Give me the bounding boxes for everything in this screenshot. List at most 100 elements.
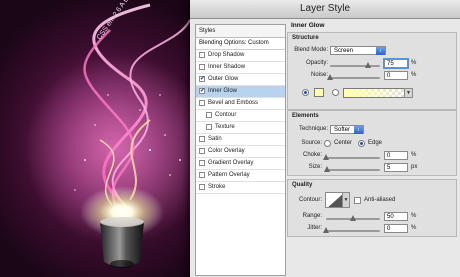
- inner-glow-panel: Inner Glow Structure Blend Mode: Screen …: [287, 22, 457, 274]
- blend-mode-label: Blend Mode:: [294, 47, 328, 53]
- source-edge-radio[interactable]: [358, 140, 365, 147]
- style-item-label: Bevel and Emboss: [208, 100, 259, 106]
- style-item-label: Stroke: [208, 184, 226, 190]
- style-checkbox[interactable]: [206, 124, 212, 130]
- artwork-canvas: CSS em 2 6 A E ASS: [0, 0, 200, 277]
- noise-slider[interactable]: [327, 74, 380, 80]
- style-item-label: Drop Shadow: [208, 52, 245, 58]
- gradient-radio[interactable]: [332, 89, 339, 96]
- style-checkbox[interactable]: [199, 74, 205, 85]
- opacity-slider-knob[interactable]: [364, 62, 371, 68]
- range-slider-knob[interactable]: [350, 215, 356, 221]
- contour-label: Contour:: [298, 197, 322, 203]
- source-center-radio[interactable]: [324, 140, 331, 147]
- structure-group: Structure Blend Mode: Screen ↕ Opacity: …: [287, 32, 457, 110]
- style-item-inner-shadow[interactable]: Inner Shadow: [196, 62, 285, 74]
- title-bar[interactable]: Layer Style: [190, 0, 460, 19]
- choke-field[interactable]: 0: [384, 151, 408, 160]
- glow-color-swatch[interactable]: [314, 88, 324, 97]
- technique-value: Softer: [334, 127, 351, 133]
- choke-slider-knob[interactable]: [323, 154, 329, 160]
- anti-aliased-checkbox[interactable]: [354, 197, 361, 204]
- opacity-unit: %: [411, 60, 417, 66]
- source-edge-label[interactable]: Edge: [368, 140, 382, 146]
- style-checkbox[interactable]: [199, 160, 205, 166]
- panel-title: Inner Glow: [291, 22, 325, 29]
- noise-field[interactable]: 0: [384, 71, 408, 80]
- contour-picker[interactable]: [325, 192, 343, 208]
- style-item-contour[interactable]: Contour: [196, 110, 285, 122]
- opacity-label: Opacity:: [305, 60, 328, 66]
- style-item-outer-glow[interactable]: Outer Glow: [196, 74, 285, 86]
- chevron-down-icon: ↕: [354, 126, 363, 134]
- jitter-label: Jitter:: [307, 225, 322, 231]
- style-item-satin[interactable]: Satin: [196, 134, 285, 146]
- jitter-field[interactable]: 0: [384, 224, 408, 233]
- style-checkbox[interactable]: [199, 64, 205, 70]
- style-checkbox[interactable]: [199, 172, 205, 178]
- style-item-label: Texture: [215, 124, 235, 130]
- size-slider-knob[interactable]: [324, 166, 331, 172]
- style-item-drop-shadow[interactable]: Drop Shadow: [196, 50, 285, 62]
- style-checkbox[interactable]: [199, 100, 205, 106]
- range-field[interactable]: 50: [384, 212, 408, 221]
- style-checkbox[interactable]: [199, 52, 205, 58]
- styles-header[interactable]: Styles: [196, 25, 285, 38]
- noise-label: Noise:: [310, 72, 328, 78]
- chevron-down-icon: ↕: [376, 47, 385, 55]
- size-unit: px: [411, 164, 418, 170]
- size-slider[interactable]: [324, 166, 380, 172]
- technique-select[interactable]: Softer ↕: [330, 125, 364, 134]
- spiral-text: CSS em 2 6 A E ASS: [96, 0, 140, 41]
- style-checkbox[interactable]: [199, 148, 205, 154]
- style-item-label: Pattern Overlay: [208, 172, 250, 178]
- style-checkbox[interactable]: [199, 136, 205, 142]
- style-item-label: Inner Glow: [208, 88, 238, 94]
- jitter-slider[interactable]: [323, 227, 380, 233]
- range-label: Range:: [302, 213, 322, 219]
- range-unit: %: [411, 213, 417, 219]
- window-title: Layer Style: [299, 3, 351, 14]
- style-item-label: Color Overlay: [208, 148, 245, 154]
- quality-group: Quality Contour: ▼ Anti-aliased Range: 5…: [287, 179, 457, 237]
- size-label: Size:: [308, 164, 322, 170]
- gradient-picker-button[interactable]: ▼: [404, 88, 413, 98]
- blend-mode-select[interactable]: Screen ↕: [330, 46, 386, 55]
- technique-label: Technique:: [298, 126, 328, 132]
- blending-options-item[interactable]: Blending Options: Custom: [196, 38, 285, 50]
- contour-dropdown-button[interactable]: ▼: [343, 192, 350, 208]
- jitter-slider-knob[interactable]: [323, 227, 329, 233]
- range-slider[interactable]: [326, 215, 380, 221]
- style-items: Drop Shadow Inner Shadow Outer Glow Inner G…: [196, 50, 285, 194]
- style-item-color-overlay[interactable]: Color Overlay: [196, 146, 285, 158]
- solid-color-radio[interactable]: [302, 89, 309, 96]
- size-field[interactable]: 5: [384, 163, 408, 172]
- anti-aliased-label[interactable]: Anti-aliased: [364, 197, 395, 203]
- blend-mode-value: Screen: [334, 48, 354, 54]
- style-item-stroke[interactable]: Stroke: [196, 182, 285, 194]
- styles-list: Styles Blending Options: Custom Drop Sha…: [195, 24, 286, 276]
- opacity-field[interactable]: 75: [384, 59, 408, 68]
- style-checkbox[interactable]: [199, 184, 205, 190]
- elements-title: Elements: [292, 113, 319, 119]
- style-item-texture[interactable]: Texture: [196, 122, 285, 134]
- gradient-preview[interactable]: [343, 88, 405, 98]
- opacity-slider[interactable]: [330, 62, 380, 68]
- style-item-bevel-and-emboss[interactable]: Bevel and Emboss: [196, 98, 285, 110]
- choke-unit: %: [411, 152, 417, 158]
- noise-slider-knob[interactable]: [327, 74, 333, 80]
- choke-slider[interactable]: [323, 154, 380, 160]
- style-item-gradient-overlay[interactable]: Gradient Overlay: [196, 158, 285, 170]
- contour-curve-icon: [328, 194, 342, 207]
- style-checkbox[interactable]: [199, 86, 205, 97]
- style-checkbox[interactable]: [206, 112, 212, 118]
- glow-illustration: CSS em 2 6 A E ASS: [25, 0, 200, 268]
- style-item-label: Outer Glow: [208, 76, 239, 82]
- jitter-unit: %: [411, 225, 417, 231]
- source-center-label[interactable]: Center: [334, 140, 352, 146]
- noise-unit: %: [411, 72, 417, 78]
- style-item-pattern-overlay[interactable]: Pattern Overlay: [196, 170, 285, 182]
- structure-title: Structure: [292, 35, 319, 41]
- style-item-inner-glow[interactable]: Inner Glow: [196, 86, 285, 98]
- quality-title: Quality: [292, 182, 313, 188]
